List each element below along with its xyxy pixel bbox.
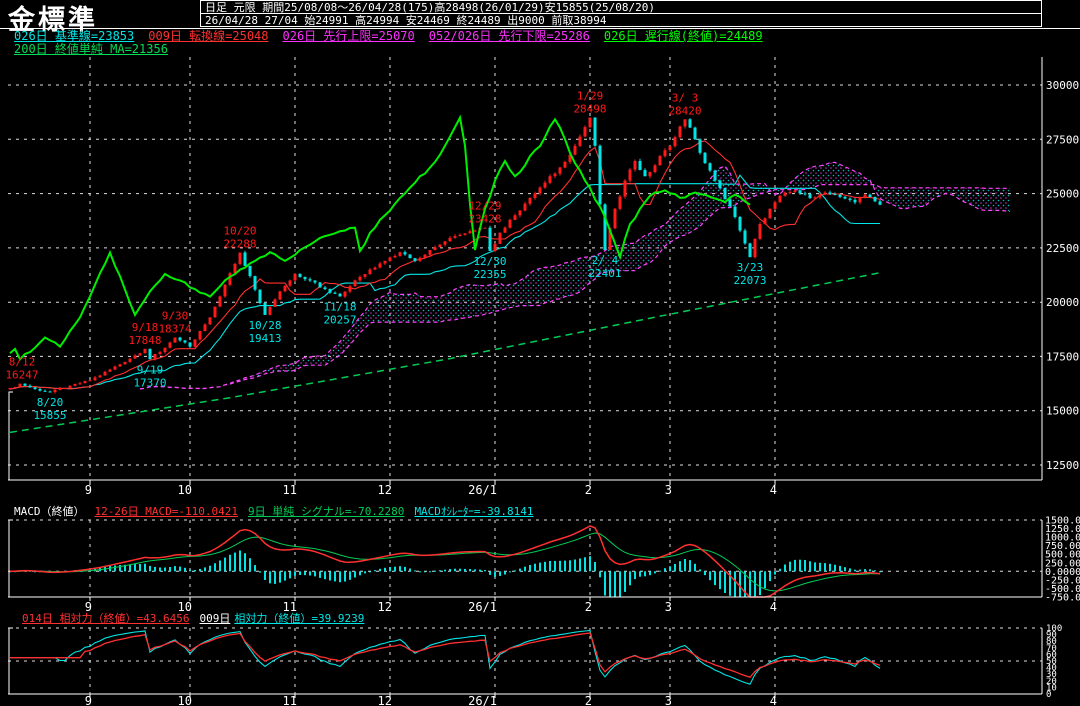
svg-text:22288: 22288 (223, 238, 256, 251)
month-label: 10 (178, 483, 192, 497)
svg-text:23428: 23428 (468, 213, 501, 226)
legend-chikou: 026日 遅行線(終値)=24489 (604, 29, 763, 43)
swing-low-annotation: 3/2322073 (733, 261, 766, 287)
macd-legend-title: MACD（終値） (14, 505, 85, 518)
svg-text:28420: 28420 (668, 104, 701, 117)
swing-high-annotation: 9/3018374 (158, 310, 191, 336)
macd-legend-osc: MACDｵｼﾚｰﾀｰ=-39.8141 (414, 505, 533, 518)
month-label: 3 (665, 600, 672, 614)
month-label: 4 (770, 694, 777, 706)
price-axis-label: 15000 (1046, 405, 1079, 418)
month-label: 26/1 (468, 600, 497, 614)
svg-text:22401: 22401 (588, 267, 621, 280)
legend-kijun: 026日 基準線=23853 (14, 29, 134, 43)
swing-low-annotation: 12/3022355 (473, 255, 506, 281)
header-info-box: 日足 元限 期間25/08/08～26/04/28(175)高28498(26/… (200, 0, 1042, 27)
price-axis-label: 20000 (1046, 296, 1079, 309)
svg-text:11/18: 11/18 (323, 301, 356, 314)
legend-senkou-upper: 026日 先行上限=25070 (283, 29, 415, 43)
svg-text:3/ 3: 3/ 3 (672, 91, 699, 104)
price-axis-label: 22500 (1046, 242, 1079, 255)
svg-text:18374: 18374 (158, 323, 191, 336)
macd-legend-row: MACD（終値） 12-26日 MACD=-110.0421 9日 単純 シグナル=… (14, 506, 544, 518)
swing-high-annotation: 3/ 328420 (668, 91, 701, 117)
svg-text:9/30: 9/30 (162, 310, 189, 323)
month-label: 4 (770, 483, 777, 497)
svg-text:2/ 4: 2/ 4 (592, 254, 619, 267)
swing-high-annotation: 9/1817848 (128, 321, 161, 347)
svg-text:8/20: 8/20 (37, 396, 64, 409)
month-label: 2 (585, 600, 592, 614)
month-label: 26/1 (468, 694, 497, 706)
main-chart-plot-area[interactable] (8, 57, 1042, 480)
month-label: 3 (665, 483, 672, 497)
legend-tenkan: 009日 転換線=25048 (148, 29, 268, 43)
price-axis-label: 30000 (1046, 79, 1079, 92)
svg-text:28498: 28498 (573, 103, 606, 116)
macd-axis-label: -750.000 (1045, 593, 1080, 604)
month-label: 10 (178, 694, 192, 706)
swing-low-annotation: 2/ 422401 (588, 254, 621, 280)
price-axis-label: 17500 (1046, 350, 1079, 363)
svg-text:1/29: 1/29 (577, 90, 604, 103)
swing-high-annotation: 10/2022288 (223, 225, 256, 251)
price-axis-label: 27500 (1046, 133, 1079, 146)
price-axis-label: 12500 (1046, 459, 1079, 472)
svg-text:16247: 16247 (5, 369, 38, 382)
svg-text:3/23: 3/23 (737, 261, 764, 274)
month-label: 4 (770, 600, 777, 614)
price-axis-label: 25000 (1046, 188, 1079, 201)
svg-text:20257: 20257 (323, 314, 356, 327)
macd-legend-macd: 12-26日 MACD=-110.0421 (95, 505, 238, 518)
month-label: 26/1 (468, 483, 497, 497)
macd-panel[interactable]: 1500.0001250.0001000.000750.0000500.0000… (0, 505, 1080, 617)
svg-text:10/28: 10/28 (248, 319, 281, 332)
svg-text:22073: 22073 (733, 274, 766, 287)
month-label: 11 (283, 483, 297, 497)
rsi-panel[interactable]: 1009080706050403020100910111226/1234 (0, 624, 1080, 706)
svg-text:17848: 17848 (128, 334, 161, 347)
swing-low-annotation: 8/2015855 (33, 396, 66, 422)
month-label: 12 (378, 483, 392, 497)
swing-low-annotation: 10/2819413 (248, 319, 281, 345)
macd-legend-signal: 9日 単純 シグナル=-70.2280 (248, 505, 404, 518)
rsi-plot-area[interactable] (8, 628, 1042, 694)
rsi-legend-9-prefix: 009日 (199, 612, 230, 625)
swing-low-annotation: 11/1820257 (323, 301, 356, 327)
swing-high-annotation: 1/2928498 (573, 90, 606, 116)
chart-app-window: 金標準 日足 元限 期間25/08/08～26/04/28(175)高28498… (0, 0, 1080, 706)
swing-low-annotation: 9/1917370 (133, 363, 166, 389)
period-summary: 日足 元限 期間25/08/08～26/04/28(175)高28498(26/… (201, 1, 1041, 14)
swing-high-annotation: 8/1216247 (5, 356, 38, 382)
month-label: 3 (665, 694, 672, 706)
month-label: 12 (378, 694, 392, 706)
svg-text:8/12: 8/12 (9, 356, 36, 369)
month-label: 2 (585, 694, 592, 706)
svg-text:12/30: 12/30 (473, 255, 506, 268)
main-price-chart[interactable]: 30000 27500 25000 22500 20000 17500 15000 12500… (0, 57, 1080, 506)
svg-text:19413: 19413 (248, 332, 281, 345)
svg-text:10/20: 10/20 (223, 225, 256, 238)
svg-text:12/29: 12/29 (468, 200, 501, 213)
svg-text:15855: 15855 (33, 409, 66, 422)
rsi-legend-row: 014日 相対力（終値）=43.6456 009日相対力（終値）=39.9239 (22, 613, 374, 625)
svg-text:17370: 17370 (133, 376, 166, 389)
rsi-legend-9: 相対力（終値）=39.9239 (234, 612, 364, 625)
svg-text:9/18: 9/18 (132, 321, 159, 334)
ma200-legend-row: 200日 終値単純 MA=21356 (14, 43, 182, 56)
month-label: 12 (378, 600, 392, 614)
month-label: 9 (85, 483, 92, 497)
swing-high-annotation: 12/2923428 (468, 200, 501, 226)
svg-text:22355: 22355 (473, 268, 506, 281)
month-label: 11 (283, 694, 297, 706)
rsi-legend-14: 014日 相対力（終値）=43.6456 (22, 612, 189, 625)
legend-senkou-lower: 052/026日 先行下限=25286 (429, 29, 590, 43)
month-label: 2 (585, 483, 592, 497)
macd-plot-area[interactable] (8, 520, 1042, 597)
svg-text:9/19: 9/19 (137, 363, 164, 376)
legend-ma200: 200日 終値単純 MA=21356 (14, 42, 168, 56)
rsi-axis-label: 0 (1046, 690, 1051, 700)
ohlc-summary: 26/04/28 27/04 始24991 高24994 安24469 終244… (201, 14, 1041, 27)
month-label: 9 (85, 694, 92, 706)
